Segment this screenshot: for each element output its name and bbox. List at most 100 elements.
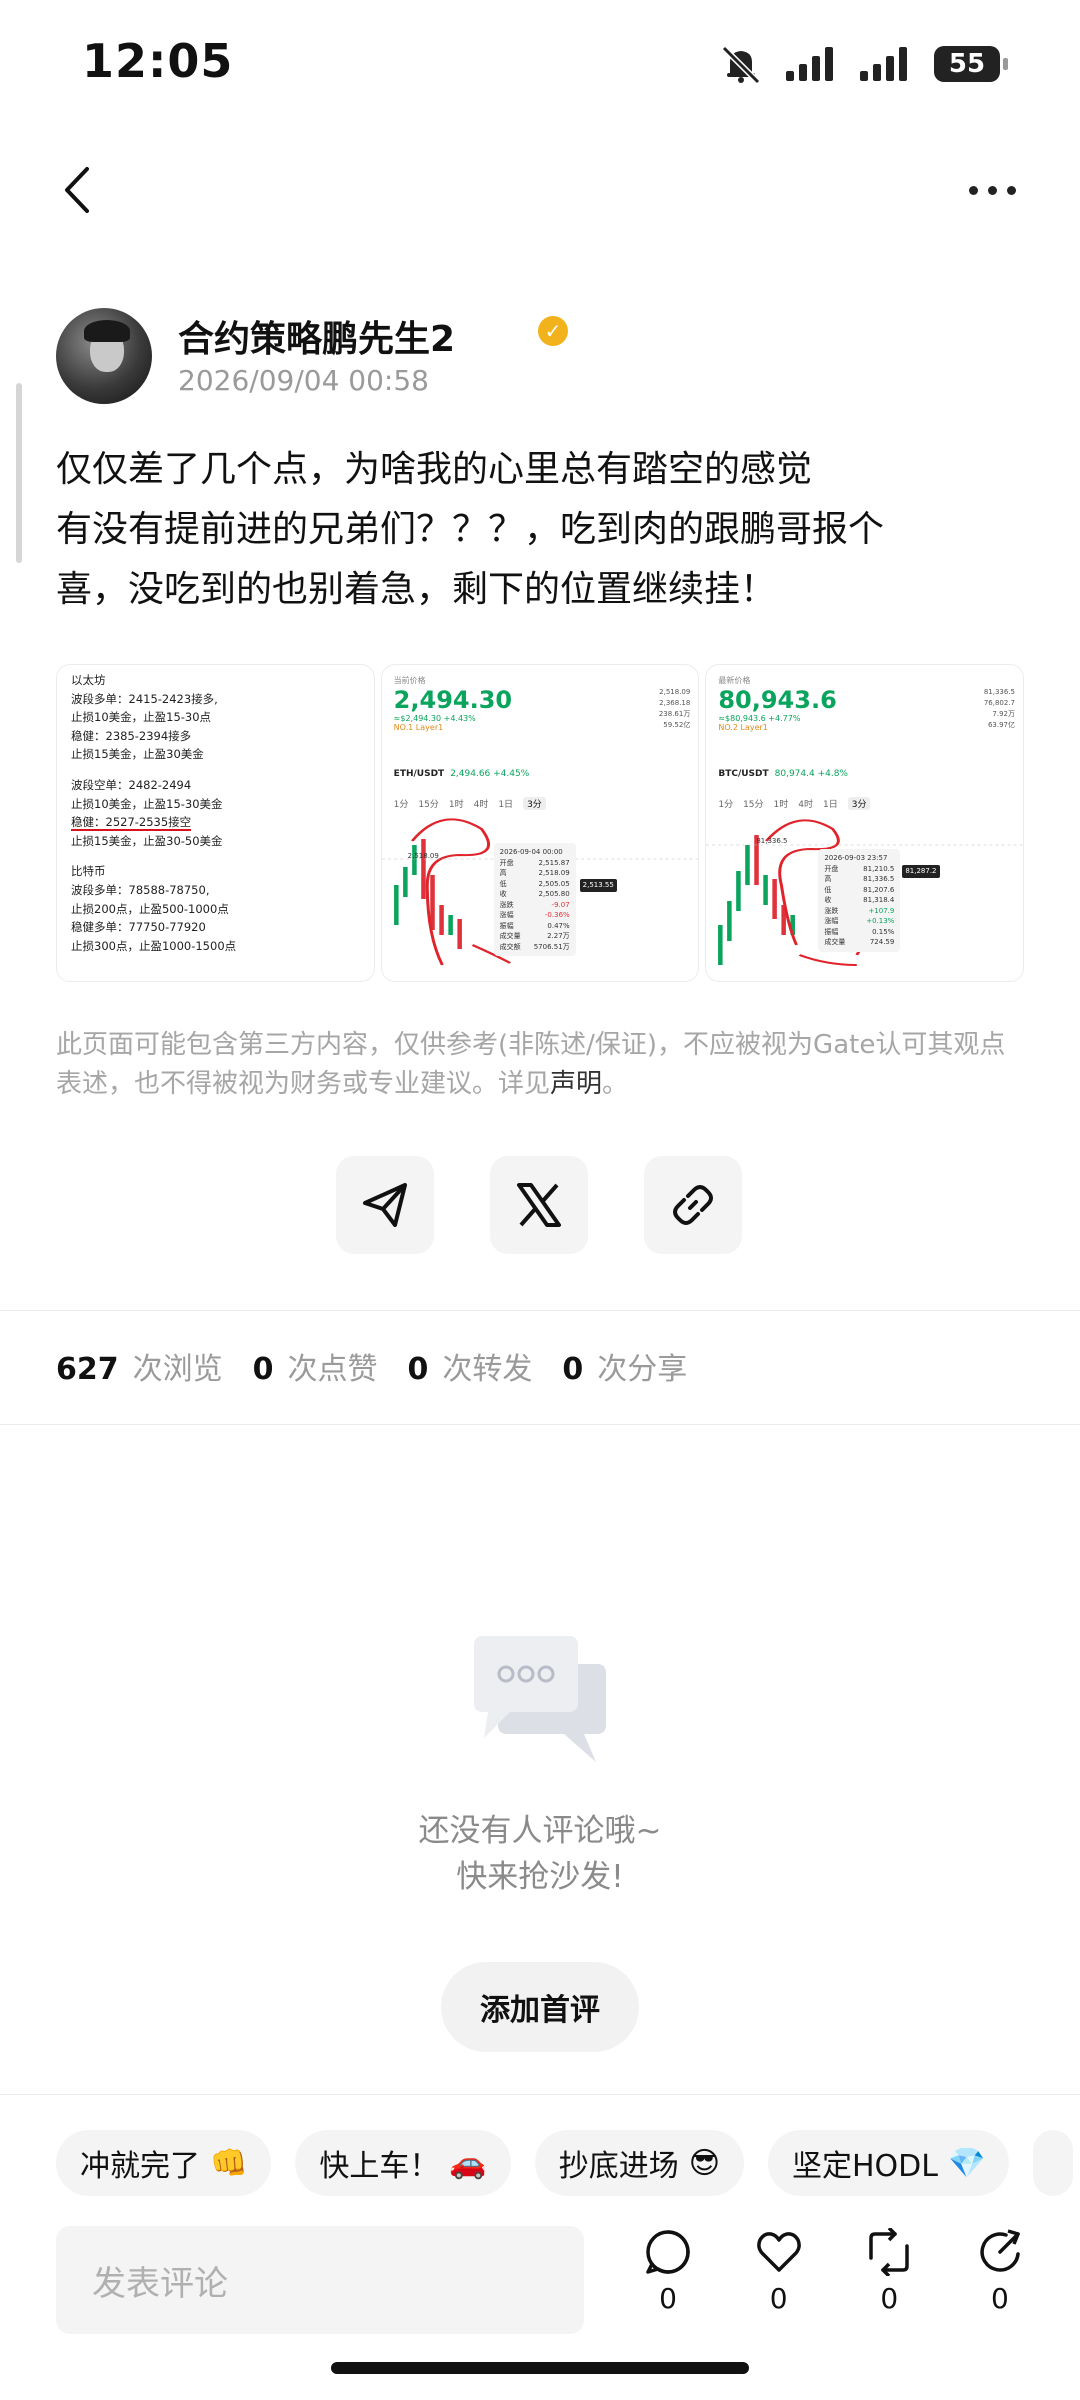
- price-label: 当前价格: [393, 676, 426, 685]
- pair-change: 2,494.66 +4.45%: [450, 769, 530, 779]
- comment-action[interactable]: 0: [628, 2228, 708, 2338]
- sunglasses-emoji-icon: 😎: [688, 2145, 720, 2181]
- comment-input[interactable]: 发表评论: [56, 2226, 584, 2334]
- rank-tag: NO.1 Layer1: [393, 723, 444, 732]
- high-label: 2,518.09: [407, 852, 439, 860]
- more-button[interactable]: [952, 160, 1032, 220]
- stat-value: 2,368.18: [659, 699, 691, 707]
- post-line: 有没有提前进的兄弟们？？？，吃到肉的跟鹏哥报个: [56, 509, 885, 550]
- note-line: 止损200点，止盈500-1000点: [71, 901, 229, 916]
- bottom-actions: 0 0 0 0: [628, 2228, 1040, 2338]
- timeframe-active: 3分: [847, 797, 871, 810]
- stat-value: 2,518.09: [659, 688, 691, 696]
- tooltip-row: 低 2,505.05: [499, 879, 570, 888]
- btc-chart-header: 最新价格 80,943.6 ≈$80,943.6 +4.77% NO.2 Lay…: [718, 675, 1015, 732]
- disclaimer-link[interactable]: 声明: [550, 1069, 602, 1099]
- share-x-button[interactable]: [490, 1156, 588, 1254]
- author-header: 合约策略鹏先生2 ✓ 2026/09/04 00:58: [56, 308, 1026, 408]
- verified-badge-icon: ✓: [538, 316, 568, 346]
- timeframe-row: 1分 15分 1时 4时 1日 3分: [394, 797, 546, 810]
- chip-label: 快上车！: [319, 2149, 440, 2184]
- quick-reply-chip[interactable]: 冲就完了 👊: [56, 2130, 272, 2196]
- more-dot-icon: [1006, 185, 1016, 195]
- post-time: 2026/09/04 00:58: [178, 364, 429, 397]
- quick-reply-chip-partial[interactable]: [1033, 2130, 1074, 2196]
- comment-icon: [646, 2230, 690, 2274]
- repost-action[interactable]: 0: [849, 2228, 929, 2338]
- post-image-note[interactable]: 以太坊 波段多单：2415-2423接多, 止损10美金，止盈15-30点 稳健…: [56, 664, 375, 982]
- views-label: 次浏览: [132, 1352, 223, 1387]
- author-name[interactable]: 合约策略鹏先生2: [178, 310, 455, 362]
- quick-reply-chip[interactable]: 快上车！ 🚗: [295, 2130, 511, 2196]
- note-line: 波段多单：2415-2423接多,: [71, 691, 218, 706]
- note-line: 波段空单：2482-2494: [71, 777, 192, 792]
- like-action[interactable]: 0: [739, 2228, 819, 2338]
- share-action[interactable]: 0: [960, 2228, 1040, 2338]
- battery-icon: 55: [934, 46, 1008, 82]
- rank-tag: NO.2 Layer1: [718, 723, 768, 732]
- eth-chart-header: 当前价格 2,494.30 ≈$2,494.30 +4.43% NO.1 Lay…: [394, 675, 691, 732]
- timeframe: 15分: [743, 800, 764, 810]
- top-nav: [0, 150, 1080, 230]
- post-content: 仅仅差了几个点，为啥我的心里总有踏空的感觉 有没有提前进的兄弟们？？？，吃到肉的…: [56, 440, 1026, 620]
- add-first-comment-button[interactable]: 添加首评: [441, 1962, 639, 2052]
- share-arrow-icon: [980, 2229, 1020, 2272]
- reposts-count: 0: [407, 1352, 429, 1387]
- tooltip-row: 成交量 2.27万: [499, 932, 570, 940]
- post-line: 喜，没吃到的也别着急，剩下的位置继续挂！: [56, 569, 777, 610]
- signal-2-icon: [860, 47, 907, 81]
- timeframe: 1时: [773, 800, 789, 810]
- share-telegram-button[interactable]: [336, 1156, 434, 1254]
- paper-plane-icon: [363, 1183, 407, 1227]
- quick-reply-chip[interactable]: 抄底进场 😎: [534, 2130, 744, 2196]
- home-indicator[interactable]: [331, 2362, 749, 2374]
- tooltip-row: 振幅 0.15%: [824, 927, 895, 936]
- tooltip-row: 涨跌 +107.9: [824, 906, 895, 915]
- price-sub: ≈$80,943.6 +4.77%: [718, 714, 801, 723]
- note-underlined-line: 稳健：2527-2535接空: [71, 815, 192, 832]
- disclaimer: 此页面可能包含第三方内容，仅供参考(非陈述/保证)，不应被视为Gate认可其观点…: [56, 1026, 1026, 1104]
- stat-value: 63.97亿: [987, 721, 1016, 729]
- avatar[interactable]: [56, 308, 152, 404]
- tooltip-row: 成交量 724.59: [824, 938, 895, 946]
- timeframe: 1分: [393, 800, 409, 810]
- timeframe: 4时: [473, 800, 489, 810]
- tooltip-row: 涨幅 +0.13%: [824, 917, 895, 925]
- x-logo-icon: [517, 1183, 561, 1227]
- more-dot-icon: [968, 185, 978, 195]
- candle-tooltip: 2026-09-04 00:00 开盘 2,515.87 高 2,518.09 低2…: [493, 843, 576, 956]
- stat-value: 238.61万: [658, 710, 691, 718]
- pair-name: BTC/USDT: [718, 769, 769, 779]
- chevron-left-icon: [65, 167, 89, 213]
- tooltip-row: 开盘 2,515.87: [499, 858, 570, 867]
- reposts-label: 次转发: [442, 1352, 533, 1387]
- post-stats: 627 次浏览 0 次点赞 0 次转发 0 次分享: [56, 1344, 717, 1388]
- copy-link-button[interactable]: [644, 1156, 742, 1254]
- post-line: 仅仅差了几个点，为啥我的心里总有踏空的感觉: [56, 449, 813, 490]
- divider: [0, 1424, 1080, 1425]
- market-stats: 2,518.09 2,368.18 238.61万 59.52亿: [659, 687, 691, 731]
- views-count: 627: [56, 1352, 119, 1387]
- comment-count: 0: [659, 2282, 677, 2315]
- tooltip-row: 低 81,207.6: [824, 885, 895, 894]
- back-button[interactable]: [48, 160, 108, 220]
- note-line: 波段多单：78588-78750,: [71, 882, 210, 897]
- price-value: 80,943.6: [718, 686, 837, 714]
- fist-emoji-icon: 👊: [210, 2145, 248, 2181]
- share-count: 0: [991, 2282, 1009, 2315]
- tooltip-date: 2026-09-03 23:57: [824, 854, 888, 862]
- price-sub: ≈$2,494.30 +4.43%: [393, 714, 476, 723]
- post-image-btc-chart[interactable]: 最新价格 80,943.6 ≈$80,943.6 +4.77% NO.2 Lay…: [705, 664, 1025, 982]
- timeframe: 1时: [448, 800, 464, 810]
- note-line: 止损10美金，止盈15-30点: [71, 710, 212, 725]
- post-image-eth-chart[interactable]: 当前价格 2,494.30 ≈$2,494.30 +4.43% NO.1 Lay…: [380, 664, 700, 982]
- high-label: 81,336.5: [756, 837, 788, 845]
- battery-level: 55: [948, 49, 986, 79]
- quick-reply-chip[interactable]: 坚定HODL 💎: [768, 2130, 1010, 2196]
- price-value: 2,494.30: [393, 686, 513, 714]
- pair-name: ETH/USDT: [393, 769, 445, 779]
- quick-replies: 冲就完了 👊 快上车！ 🚗 抄底进场 😎 坚定HODL 💎: [56, 2130, 1080, 2196]
- shares-label: 次分享: [597, 1352, 688, 1387]
- tooltip-row: 涨跌 -9.07: [499, 900, 570, 909]
- note-title: 以太坊: [71, 673, 106, 687]
